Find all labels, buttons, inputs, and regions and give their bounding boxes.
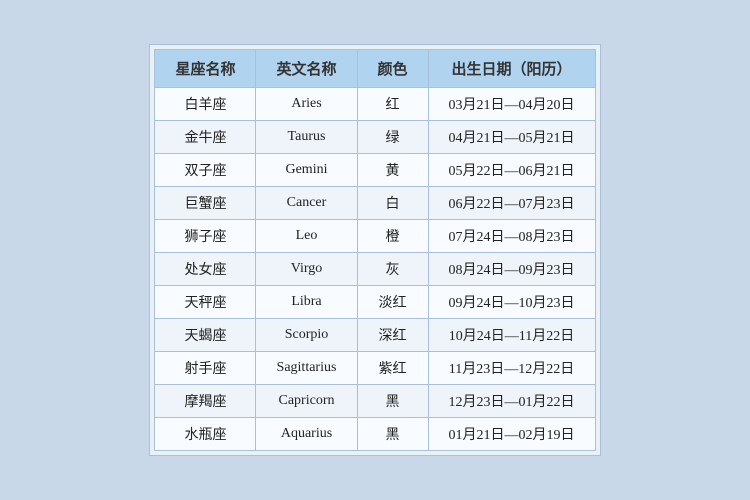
cell-english-name: Taurus xyxy=(256,121,357,154)
cell-english-name: Capricorn xyxy=(256,385,357,418)
header-dates: 出生日期（阳历） xyxy=(428,50,595,88)
cell-english-name: Virgo xyxy=(256,253,357,286)
table-row: 巨蟹座Cancer白06月22日—07月23日 xyxy=(155,187,595,220)
cell-english-name: Libra xyxy=(256,286,357,319)
table-row: 天秤座Libra淡红09月24日—10月23日 xyxy=(155,286,595,319)
zodiac-table: 星座名称 英文名称 颜色 出生日期（阳历） 白羊座Aries红03月21日—04… xyxy=(154,49,595,451)
cell-color: 黑 xyxy=(357,385,428,418)
cell-chinese-name: 射手座 xyxy=(155,352,256,385)
cell-english-name: Gemini xyxy=(256,154,357,187)
cell-chinese-name: 摩羯座 xyxy=(155,385,256,418)
cell-color: 黑 xyxy=(357,418,428,451)
cell-color: 灰 xyxy=(357,253,428,286)
header-chinese-name: 星座名称 xyxy=(155,50,256,88)
table-row: 白羊座Aries红03月21日—04月20日 xyxy=(155,88,595,121)
cell-chinese-name: 白羊座 xyxy=(155,88,256,121)
cell-english-name: Aquarius xyxy=(256,418,357,451)
table-header-row: 星座名称 英文名称 颜色 出生日期（阳历） xyxy=(155,50,595,88)
cell-english-name: Cancer xyxy=(256,187,357,220)
cell-dates: 03月21日—04月20日 xyxy=(428,88,595,121)
cell-dates: 09月24日—10月23日 xyxy=(428,286,595,319)
table-body: 白羊座Aries红03月21日—04月20日金牛座Taurus绿04月21日—0… xyxy=(155,88,595,451)
table-row: 金牛座Taurus绿04月21日—05月21日 xyxy=(155,121,595,154)
table-row: 摩羯座Capricorn黑12月23日—01月22日 xyxy=(155,385,595,418)
cell-dates: 12月23日—01月22日 xyxy=(428,385,595,418)
cell-english-name: Leo xyxy=(256,220,357,253)
cell-chinese-name: 巨蟹座 xyxy=(155,187,256,220)
cell-color: 绿 xyxy=(357,121,428,154)
header-english-name: 英文名称 xyxy=(256,50,357,88)
cell-dates: 10月24日—11月22日 xyxy=(428,319,595,352)
cell-color: 淡红 xyxy=(357,286,428,319)
cell-english-name: Scorpio xyxy=(256,319,357,352)
cell-color: 橙 xyxy=(357,220,428,253)
cell-chinese-name: 金牛座 xyxy=(155,121,256,154)
cell-dates: 07月24日—08月23日 xyxy=(428,220,595,253)
table-row: 天蝎座Scorpio深红10月24日—11月22日 xyxy=(155,319,595,352)
table-row: 处女座Virgo灰08月24日—09月23日 xyxy=(155,253,595,286)
cell-dates: 06月22日—07月23日 xyxy=(428,187,595,220)
cell-english-name: Sagittarius xyxy=(256,352,357,385)
cell-color: 黄 xyxy=(357,154,428,187)
cell-chinese-name: 天蝎座 xyxy=(155,319,256,352)
zodiac-table-container: 星座名称 英文名称 颜色 出生日期（阳历） 白羊座Aries红03月21日—04… xyxy=(149,44,600,456)
cell-chinese-name: 狮子座 xyxy=(155,220,256,253)
cell-dates: 08月24日—09月23日 xyxy=(428,253,595,286)
table-row: 双子座Gemini黄05月22日—06月21日 xyxy=(155,154,595,187)
table-row: 水瓶座Aquarius黑01月21日—02月19日 xyxy=(155,418,595,451)
cell-color: 红 xyxy=(357,88,428,121)
header-color: 颜色 xyxy=(357,50,428,88)
cell-chinese-name: 天秤座 xyxy=(155,286,256,319)
cell-dates: 01月21日—02月19日 xyxy=(428,418,595,451)
cell-chinese-name: 水瓶座 xyxy=(155,418,256,451)
cell-dates: 11月23日—12月22日 xyxy=(428,352,595,385)
cell-color: 深红 xyxy=(357,319,428,352)
cell-english-name: Aries xyxy=(256,88,357,121)
cell-color: 白 xyxy=(357,187,428,220)
cell-dates: 04月21日—05月21日 xyxy=(428,121,595,154)
cell-chinese-name: 双子座 xyxy=(155,154,256,187)
cell-color: 紫红 xyxy=(357,352,428,385)
table-row: 射手座Sagittarius紫红11月23日—12月22日 xyxy=(155,352,595,385)
table-row: 狮子座Leo橙07月24日—08月23日 xyxy=(155,220,595,253)
cell-chinese-name: 处女座 xyxy=(155,253,256,286)
cell-dates: 05月22日—06月21日 xyxy=(428,154,595,187)
